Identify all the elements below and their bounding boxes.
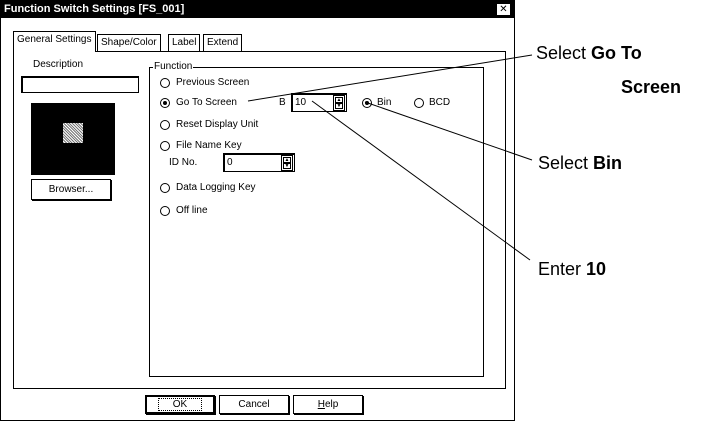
go-to-screen-label: Go To Screen — [176, 97, 237, 108]
function-group — [149, 67, 484, 377]
radio-previous-screen[interactable] — [160, 78, 170, 88]
screen-prefix-label: B — [279, 97, 286, 108]
callout-enter-bold: 10 — [586, 259, 607, 279]
radio-bcd[interactable] — [414, 98, 424, 108]
radio-go-to-screen[interactable] — [160, 98, 170, 108]
browser-button[interactable]: Browser... — [31, 179, 111, 200]
radio-reset-display-unit[interactable] — [160, 120, 170, 130]
reset-display-unit-label: Reset Display Unit — [176, 119, 259, 130]
screen-number-spinner[interactable]: ▲ ▼ — [333, 95, 345, 111]
radio-file-name-key[interactable] — [160, 141, 170, 151]
off-line-label: Off line — [176, 205, 208, 216]
description-field[interactable] — [21, 76, 139, 93]
cancel-button[interactable]: Cancel — [219, 395, 289, 414]
file-name-key-label: File Name Key — [176, 140, 242, 151]
ok-button[interactable]: OK — [145, 395, 215, 414]
screen-number-value: 10 — [295, 97, 307, 108]
callout-bin-prefix: Select — [538, 153, 594, 173]
callout-enter-prefix: Enter — [538, 259, 587, 279]
dialog-titlebar: Function Switch Settings [FS_001] ✕ — [1, 1, 514, 18]
switch-preview-image — [31, 103, 115, 175]
spin-down-icon[interactable]: ▼ — [335, 103, 343, 109]
radio-bin[interactable] — [362, 98, 372, 108]
callout-bin-bold: Bin — [593, 153, 623, 173]
callout-enter-10: Enter 10 — [538, 258, 606, 280]
tab-extend[interactable]: Extend — [203, 34, 243, 51]
id-no-spinner[interactable]: ▲ ▼ — [281, 155, 293, 171]
callout-go-to-screen: Select Go To — [536, 42, 642, 64]
bcd-label: BCD — [429, 97, 451, 108]
callout-screen-bold: Screen — [621, 77, 682, 97]
spin-down-icon[interactable]: ▼ — [283, 163, 291, 169]
tab-general-settings[interactable]: General Settings — [13, 31, 96, 52]
help-button-label: elp — [324, 399, 339, 410]
callout-go-to-bold: Go To — [591, 43, 642, 63]
radio-off-line[interactable] — [160, 206, 170, 216]
function-group-title: Function — [153, 61, 194, 73]
close-icon[interactable]: ✕ — [496, 3, 511, 16]
bin-label: Bin — [377, 97, 392, 108]
radio-data-logging-key[interactable] — [160, 183, 170, 193]
callout-go-to-screen-line2: Screen — [621, 76, 681, 98]
data-logging-key-label: Data Logging Key — [176, 182, 256, 193]
description-label: Description — [33, 59, 84, 70]
callout-go-to-screen-prefix: Select — [536, 43, 592, 63]
help-mnemonic: H — [317, 399, 325, 410]
tab-shape-color[interactable]: Shape/Color — [97, 34, 161, 51]
previous-screen-label: Previous Screen — [176, 77, 250, 88]
help-button[interactable]: Help — [293, 395, 363, 414]
ok-button-label: OK — [157, 398, 203, 411]
function-switch-settings-dialog: Function Switch Settings [FS_001] ✕ Gene… — [0, 0, 515, 421]
id-no-value: 0 — [227, 157, 233, 168]
callout-bin: Select Bin — [538, 152, 622, 174]
dialog-title: Function Switch Settings [FS_001] — [4, 3, 185, 15]
tab-label[interactable]: Label — [168, 34, 201, 51]
switch-shape-icon — [63, 123, 83, 143]
id-no-label: ID No. — [169, 157, 198, 168]
